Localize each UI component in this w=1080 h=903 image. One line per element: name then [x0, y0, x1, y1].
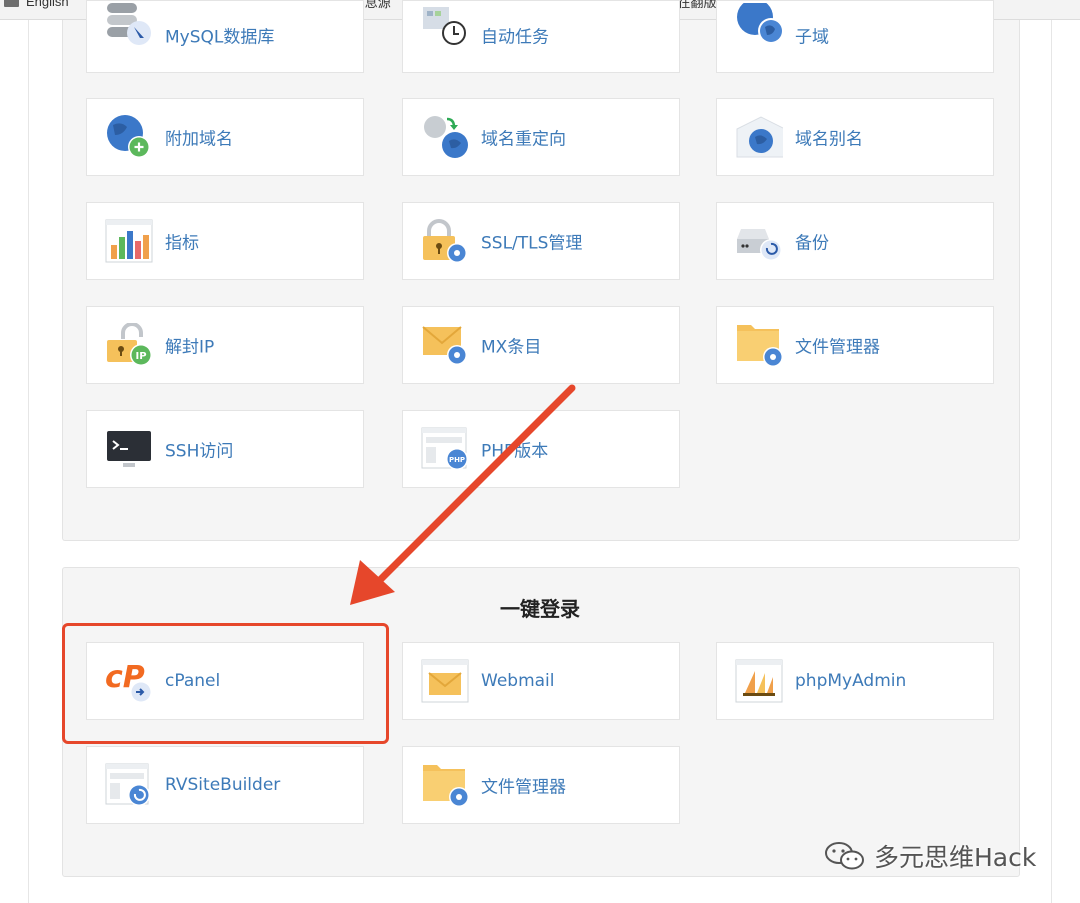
tool-label: phpMyAdmin — [795, 671, 907, 691]
tool-label: 域名重定向 — [481, 129, 566, 150]
tool-label: 附加域名 — [165, 129, 233, 150]
folder-icon — [4, 0, 19, 7]
database-icon — [107, 3, 151, 45]
tool-label: 自动任务 — [481, 27, 549, 48]
tool-metrics[interactable]: 指标 — [86, 202, 364, 280]
wechat-icon — [825, 842, 864, 870]
cpanel-icon: cP — [105, 660, 152, 703]
login-webmail[interactable]: Webmail — [402, 642, 680, 720]
svg-text:IP: IP — [135, 351, 146, 362]
tool-subdomain[interactable]: 子域 — [716, 0, 994, 73]
svg-text:PHP: PHP — [449, 456, 465, 464]
watermark-text: 多元思维Hack — [874, 843, 1037, 872]
login-rvsitebuilder[interactable]: RVSiteBuilder — [86, 746, 364, 824]
login-cpanel[interactable]: cP cPanel — [86, 642, 364, 720]
lock-icon — [423, 219, 467, 263]
tool-addon-domain[interactable]: 附加域名 — [86, 98, 364, 176]
tool-label: 域名别名 — [795, 129, 863, 150]
envelope-gear-icon — [422, 326, 467, 365]
sitebuilder-icon — [105, 763, 150, 806]
tool-label: cPanel — [165, 671, 221, 691]
tool-label: SSH访问 — [165, 441, 234, 462]
tool-label: MX条目 — [481, 337, 542, 358]
login-section-title: 一键登录 — [500, 597, 580, 621]
globe-icon — [737, 3, 783, 44]
tool-alias[interactable]: 域名别名 — [716, 98, 994, 176]
bookmark-label: English — [26, 0, 69, 9]
tool-cron[interactable]: 自动任务 — [402, 0, 680, 73]
tool-label: MySQL数据库 — [165, 27, 275, 48]
tool-label: 指标 — [165, 233, 199, 254]
backup-icon — [737, 229, 782, 261]
tool-mx[interactable]: MX条目 — [402, 306, 680, 384]
redirect-icon — [424, 116, 468, 158]
tool-label: Webmail — [481, 671, 555, 691]
tool-label: 解封IP — [165, 337, 215, 358]
webmail-icon — [421, 659, 469, 703]
terminal-icon — [107, 431, 151, 467]
php-icon: PHP — [421, 427, 468, 470]
folder-gear-icon — [423, 765, 469, 807]
tool-label: SSL/TLS管理 — [481, 233, 583, 254]
tool-label: 备份 — [795, 233, 829, 254]
tool-unblock-ip[interactable]: IP 解封IP — [86, 306, 364, 384]
bar-chart-icon — [105, 219, 153, 263]
tool-label: 文件管理器 — [795, 337, 880, 358]
tool-label: PHP版本 — [481, 441, 549, 462]
alias-icon — [736, 116, 783, 158]
tool-php-version[interactable]: PHP PHP版本 — [402, 410, 680, 488]
bookmark-item[interactable]: English — [4, 0, 69, 9]
login-file-manager[interactable]: 文件管理器 — [402, 746, 680, 824]
folder-gear-icon — [737, 325, 783, 367]
tool-label: 文件管理器 — [481, 777, 566, 798]
tool-label: RVSiteBuilder — [165, 775, 281, 795]
clock-icon — [423, 7, 466, 45]
tool-ssl[interactable]: SSL/TLS管理 — [402, 202, 680, 280]
phpmyadmin-icon — [735, 659, 783, 703]
tool-backup[interactable]: 备份 — [716, 202, 994, 280]
tool-file-manager[interactable]: 文件管理器 — [716, 306, 994, 384]
tool-redirect[interactable]: 域名重定向 — [402, 98, 680, 176]
tool-mysql[interactable]: MySQL数据库 — [86, 0, 364, 73]
unlock-ip-icon: IP — [107, 323, 152, 366]
tool-ssh[interactable]: SSH访问 — [86, 410, 364, 488]
login-phpmyadmin[interactable]: phpMyAdmin — [716, 642, 994, 720]
tool-label: 子域 — [795, 27, 829, 48]
globe-plus-icon — [107, 115, 150, 158]
watermark: 多元思维Hack — [824, 838, 1036, 874]
